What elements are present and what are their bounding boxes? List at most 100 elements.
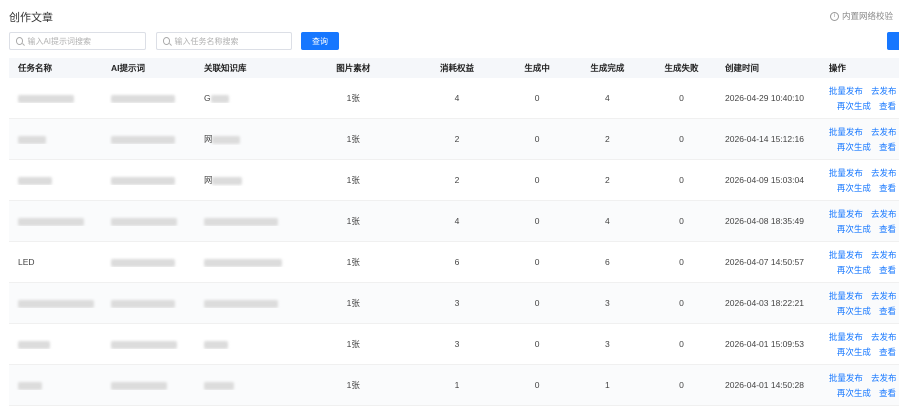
view-link[interactable]: 查看 xyxy=(879,387,896,399)
regenerate-link[interactable]: 再次生成 xyxy=(837,346,871,358)
batch-publish-link[interactable]: 批量发布 xyxy=(829,167,863,179)
redacted-text xyxy=(110,299,175,308)
prompt-search-field[interactable] xyxy=(9,32,146,50)
publish-link[interactable]: 去发布 xyxy=(871,208,897,220)
batch-publish-link[interactable]: 批量发布 xyxy=(829,126,863,138)
actions-cell: 批量发布 去发布 再次生成 查看 xyxy=(820,372,899,399)
query-button[interactable]: 查询 xyxy=(301,32,339,50)
actions-cell: 批量发布 去发布 再次生成 查看 xyxy=(820,290,899,317)
regenerate-link[interactable]: 再次生成 xyxy=(837,305,871,317)
prompt-search-input[interactable] xyxy=(27,36,145,46)
redacted-text xyxy=(110,176,175,185)
regenerate-link[interactable]: 再次生成 xyxy=(837,100,871,112)
header-ai-prompt: AI提示词 xyxy=(110,63,145,73)
quota-used-cell: 6 xyxy=(454,257,460,267)
header-failed: 生成失败 xyxy=(664,63,699,73)
quota-used-cell: 2 xyxy=(454,175,460,185)
header-image-assets: 图片素材 xyxy=(336,63,371,73)
task-name-cell xyxy=(9,339,109,349)
redacted-text xyxy=(203,381,234,390)
knowledge-base-cell: 网 xyxy=(200,174,294,186)
task-name-cell xyxy=(9,380,109,390)
regenerate-link[interactable]: 再次生成 xyxy=(837,264,871,276)
generating-cell: 0 xyxy=(534,257,540,267)
completed-cell: 2 xyxy=(604,134,610,144)
publish-link[interactable]: 去发布 xyxy=(871,290,897,302)
image-assets-cell: 1张 xyxy=(346,134,360,144)
actions-cell: 批量发布 去发布 再次生成 查看 xyxy=(820,167,899,194)
actions-cell: 批量发布 去发布 再次生成 查看 xyxy=(820,85,899,112)
knowledge-base-cell xyxy=(200,257,294,267)
image-assets-cell: 1张 xyxy=(346,339,360,349)
publish-link[interactable]: 去发布 xyxy=(871,85,897,97)
task-search-input[interactable] xyxy=(174,36,291,46)
quota-used-cell: 3 xyxy=(454,339,460,349)
redacted-text xyxy=(212,176,243,185)
quota-used-cell: 2 xyxy=(454,134,460,144)
quota-used-cell: 4 xyxy=(454,216,460,226)
task-name-text: LED xyxy=(18,257,35,267)
header-knowledge-base: 关联知识库 xyxy=(203,63,247,73)
knowledge-base-text: G xyxy=(203,93,211,103)
regenerate-link[interactable]: 再次生成 xyxy=(837,182,871,194)
created-time-cell: 2026-04-01 14:50:28 xyxy=(725,380,804,390)
publish-link[interactable]: 去发布 xyxy=(871,167,897,179)
redacted-text xyxy=(110,258,175,267)
ai-prompt-cell xyxy=(109,298,200,308)
task-search-field[interactable] xyxy=(156,32,292,50)
redacted-text xyxy=(110,340,177,349)
publish-link[interactable]: 去发布 xyxy=(871,249,897,261)
created-time-cell: 2026-04-14 15:12:16 xyxy=(725,134,804,144)
table-row: 1张 3 0 3 0 2026-04-01 15:09:53 批量发布 去发布 再次生成 查看 xyxy=(9,324,899,365)
view-link[interactable]: 查看 xyxy=(879,182,896,194)
search-icon xyxy=(16,37,24,45)
redacted-text xyxy=(18,299,94,308)
batch-publish-link[interactable]: 批量发布 xyxy=(829,85,863,97)
knowledge-base-cell xyxy=(200,216,294,226)
created-time-cell: 2026-04-03 18:22:21 xyxy=(725,298,804,308)
task-name-cell xyxy=(9,175,109,185)
view-link[interactable]: 查看 xyxy=(879,223,896,235)
completed-cell: 4 xyxy=(604,216,610,226)
redacted-text xyxy=(18,381,42,390)
header-created-time: 创建时间 xyxy=(725,63,760,73)
quota-used-cell: 1 xyxy=(454,380,460,390)
batch-publish-link[interactable]: 批量发布 xyxy=(829,208,863,220)
task-table: 任务名称 AI提示词 关联知识库 图片素材 消耗权益 生成中 生成完成 生成失败… xyxy=(9,58,899,406)
failed-cell: 0 xyxy=(679,134,684,144)
actions-cell: 批量发布 去发布 再次生成 查看 xyxy=(820,126,899,153)
view-link[interactable]: 查看 xyxy=(879,346,896,358)
create-button[interactable] xyxy=(887,32,899,50)
page-title: 创作文章 xyxy=(9,12,53,24)
view-link[interactable]: 查看 xyxy=(879,100,896,112)
failed-cell: 0 xyxy=(679,175,684,185)
search-icon xyxy=(163,37,171,45)
quota-used-cell: 4 xyxy=(454,93,460,103)
publish-link[interactable]: 去发布 xyxy=(871,331,897,343)
created-time-cell: 2026-04-29 10:40:10 xyxy=(725,93,804,103)
redacted-text xyxy=(18,94,74,103)
regenerate-link[interactable]: 再次生成 xyxy=(837,141,871,153)
batch-publish-link[interactable]: 批量发布 xyxy=(829,331,863,343)
redacted-text xyxy=(203,258,282,267)
generating-cell: 0 xyxy=(534,380,540,390)
ai-prompt-cell xyxy=(109,134,200,144)
hint-text: i 内置网络校验 xyxy=(829,10,893,22)
batch-publish-link[interactable]: 批量发布 xyxy=(829,290,863,302)
header-quota-used: 消耗权益 xyxy=(440,63,475,73)
redacted-text xyxy=(203,340,228,349)
view-link[interactable]: 查看 xyxy=(879,264,896,276)
regenerate-link[interactable]: 再次生成 xyxy=(837,223,871,235)
redacted-text xyxy=(210,94,229,103)
image-assets-cell: 1张 xyxy=(346,257,360,267)
regenerate-link[interactable]: 再次生成 xyxy=(837,387,871,399)
image-assets-cell: 1张 xyxy=(346,93,360,103)
batch-publish-link[interactable]: 批量发布 xyxy=(829,249,863,261)
publish-link[interactable]: 去发布 xyxy=(871,126,897,138)
publish-link[interactable]: 去发布 xyxy=(871,372,897,384)
batch-publish-link[interactable]: 批量发布 xyxy=(829,372,863,384)
view-link[interactable]: 查看 xyxy=(879,141,896,153)
ai-prompt-cell xyxy=(109,175,200,185)
view-link[interactable]: 查看 xyxy=(879,305,896,317)
hint-label: 内置网络校验 xyxy=(841,11,893,21)
